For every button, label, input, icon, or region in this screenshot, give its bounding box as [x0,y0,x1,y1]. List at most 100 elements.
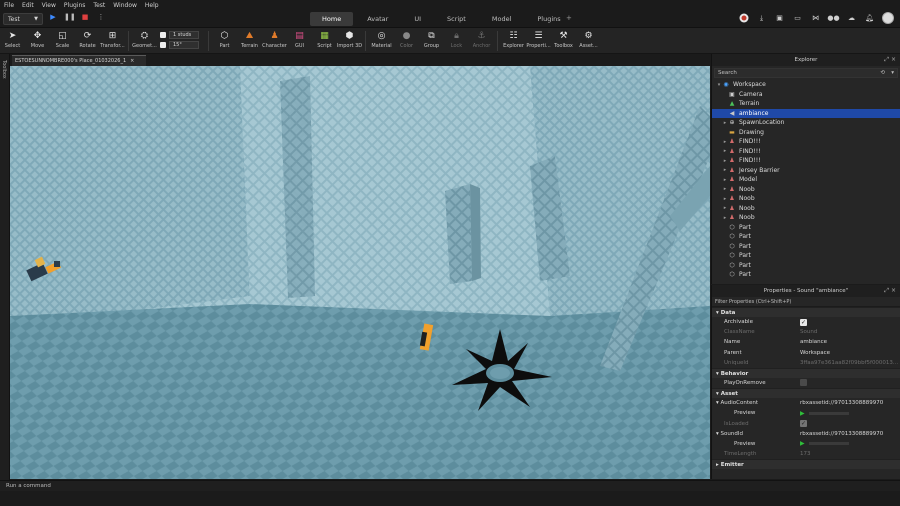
tree-item-jersey-barrier[interactable]: ▸ ♟ Jersey Barrier [712,166,900,176]
tab-model[interactable]: Model [480,12,524,26]
terrain-tool[interactable]: ⛰ Terrain [237,28,262,50]
property-row-preview[interactable]: Preview ▶ [712,408,900,418]
toolbox-strip[interactable]: Toolbox [0,54,10,480]
menu-file[interactable]: File [0,2,18,9]
property-value[interactable]: rbxassetid://97013308889970 [792,431,900,437]
chat-icon[interactable]: ▭ [792,13,803,24]
rotate-snap-checkbox[interactable] [160,42,166,48]
transform-tool[interactable]: ⊞ Transfor... [100,28,125,50]
mode-select[interactable]: Test ▼ [3,13,43,25]
pause-icon[interactable]: ❚❚ [64,13,76,21]
part-tool[interactable]: ⬡ Part [212,28,237,50]
section-emitter[interactable]: ▸ Emitter [712,459,900,470]
play-icon[interactable]: ▶ [800,410,805,417]
tree-item-drawing[interactable]: ▬ Drawing [712,128,900,138]
select-tool[interactable]: ➤ Select [0,28,25,50]
property-value[interactable]: ▶ [792,440,900,447]
preview-progress-bar[interactable] [808,411,849,415]
rotate-tool[interactable]: ⟳ Rotate [75,28,100,50]
property-row-timelength[interactable]: TimeLength 173 [712,449,900,459]
tree-item-model[interactable]: ▸ ♟ Model [712,175,900,185]
character-tool[interactable]: ♟ Character [262,28,287,50]
menu-help[interactable]: Help [141,2,163,9]
record-icon[interactable] [738,13,749,24]
tree-item-spawnlocation[interactable]: ▸ ⊕ SpawnLocation [712,118,900,128]
properties-filter-input[interactable]: Filter Properties (Ctrl+Shift+P) [712,297,900,307]
import3d-tool[interactable]: ⬢ Import 3D [337,28,362,50]
property-value[interactable]: ✓ [792,318,900,326]
play-icon[interactable]: ▶ [48,13,58,21]
stop-icon[interactable]: ■ [80,13,90,21]
add-tab-button[interactable]: + [566,14,572,22]
property-value[interactable]: rbxassetid://97013308889970 [792,400,900,406]
close-icon[interactable]: × [130,58,134,64]
tree-item-camera[interactable]: ▣ Camera [712,90,900,100]
panel-controls-icon[interactable]: ⤢ × [884,54,896,66]
menu-window[interactable]: Window [109,2,141,9]
group-tool[interactable]: ⧉ Group [419,28,444,50]
gui-tool[interactable]: ▤ GUI [287,28,312,50]
property-value[interactable]: ▶ [792,410,900,417]
share-icon[interactable]: ⋈ [810,13,821,24]
section-asset[interactable]: ▾ Asset [712,388,900,399]
preview-progress-bar[interactable] [808,442,849,446]
tree-item-find[interactable]: ▸ ♟ FIND!!! [712,156,900,166]
property-row-classname[interactable]: ClassName Sound [712,327,900,337]
property-value[interactable]: ambiance [792,339,900,345]
video-icon[interactable]: ▣ [774,13,785,24]
checkbox[interactable]: ✓ [800,318,807,326]
property-row-name[interactable]: Name ambiance [712,337,900,347]
tree-item-noob[interactable]: ▸ ♟ Noob [712,194,900,204]
property-value[interactable] [792,378,900,388]
property-value[interactable]: 173 [792,451,900,457]
command-bar[interactable]: Run a command [0,480,900,491]
tree-item-part[interactable]: ⬡ Part [712,223,900,233]
tree-item-part[interactable]: ⬡ Part [712,242,900,252]
property-row-parent[interactable]: Parent Workspace [712,348,900,358]
tab-script[interactable]: Script [435,12,478,26]
menu-test[interactable]: Test [89,2,109,9]
lock-tool[interactable]: 🔒︎ Lock [444,28,469,50]
panel-controls-icon[interactable]: ⤢ × [884,285,896,297]
anchor-tool[interactable]: ⚓ Anchor [469,28,494,50]
property-row-audiocontent[interactable]: ▾ AudioContent rbxassetid://9701330888997… [712,398,900,408]
material-tool[interactable]: ◎ Material [369,28,394,50]
move-tool[interactable]: ✥ Move [25,28,50,50]
tree-item-part[interactable]: ⬡ Part [712,261,900,271]
menu-view[interactable]: View [38,2,60,9]
property-row-uniqueid[interactable]: UniqueId 3ffaa97e361aa82f09bbf5f000013... [712,358,900,368]
tree-item-noob[interactable]: ▸ ♟ Noob [712,185,900,195]
script-tool[interactable]: ▦ Script [312,28,337,50]
property-row-playonremove[interactable]: PlayOnRemove [712,378,900,388]
history-icon[interactable]: ⟲ [880,69,885,78]
download-icon[interactable]: ⤓ [756,13,767,24]
explorer-tool[interactable]: ☷ Explorer [501,28,526,50]
property-row-archivable[interactable]: Archivable ✓ [712,317,900,327]
property-value[interactable]: Workspace [792,350,900,356]
checkbox[interactable] [800,378,807,386]
cloud-icon[interactable]: ☁ [846,13,857,24]
more-icon[interactable]: ⋮ [96,13,106,21]
property-row-soundid[interactable]: ▾ SoundId rbxassetid://97013308889970 [712,429,900,439]
collaborators-icon[interactable]: ●● [827,13,839,24]
property-row-isloaded[interactable]: IsLoaded ✓ [712,419,900,429]
tree-item-noob[interactable]: ▸ ♟ Noob [712,204,900,214]
rotate-snap-input[interactable]: 15° [169,41,199,49]
properties-tool[interactable]: ☰ Properti... [526,28,551,50]
property-value[interactable]: Sound [792,329,900,335]
geometry-tool[interactable]: ⛭ Geomet... [132,28,157,50]
tree-item-find[interactable]: ▸ ♟ FIND!!! [712,137,900,147]
tab-avatar[interactable]: Avatar [355,12,400,26]
section-behavior[interactable]: ▾ Behavior [712,367,900,378]
filter-icon[interactable]: ▾ [891,69,894,78]
tree-item-part[interactable]: ⬡ Part [712,232,900,242]
property-row-preview[interactable]: Preview ▶ [712,439,900,449]
tree-item-terrain[interactable]: ▲ Terrain [712,99,900,109]
scale-tool[interactable]: ◱ Scale [50,28,75,50]
play-icon[interactable]: ▶ [800,440,805,447]
3d-viewport[interactable] [10,66,710,479]
tab-ui[interactable]: UI [402,12,433,26]
assets-tool[interactable]: ⚙ Asset... [576,28,601,50]
tab-home[interactable]: Home [310,12,354,26]
document-tab[interactable]: ESTOESUNNOMBRE000's Place_01032026_1 × [12,55,146,66]
